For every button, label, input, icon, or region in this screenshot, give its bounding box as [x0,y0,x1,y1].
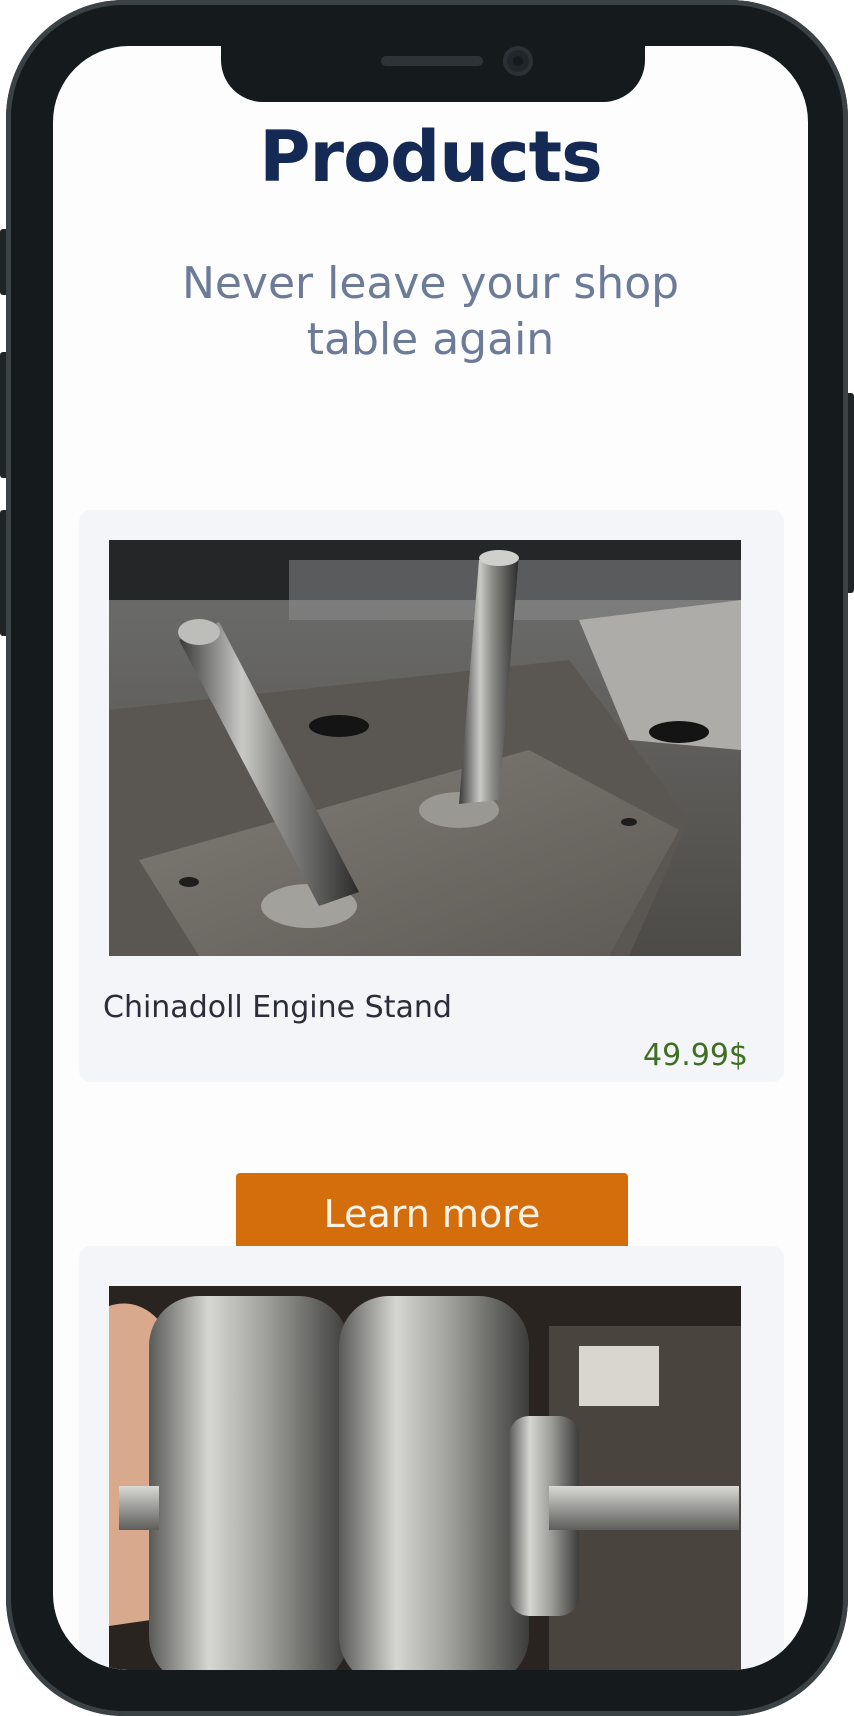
product-name: Chinadoll Engine Stand [103,990,452,1025]
front-camera-icon [503,46,533,76]
product-price: 49.99$ [643,1038,748,1073]
product-image[interactable] [109,540,741,956]
speaker-grille [381,56,483,66]
page-title: Products [259,116,602,198]
product-image[interactable] [109,1286,741,1670]
learn-more-button[interactable]: Learn more [236,1173,628,1255]
notch [221,46,645,102]
page-subtitle: Never leave your shop table again [181,258,680,365]
welded-pins-photo-icon [109,540,741,956]
phone-frame: Products Never leave your shop table aga… [6,0,848,1716]
phone-screen: Products Never leave your shop table aga… [53,46,808,1670]
steel-pulleys-photo-icon [109,1286,741,1670]
